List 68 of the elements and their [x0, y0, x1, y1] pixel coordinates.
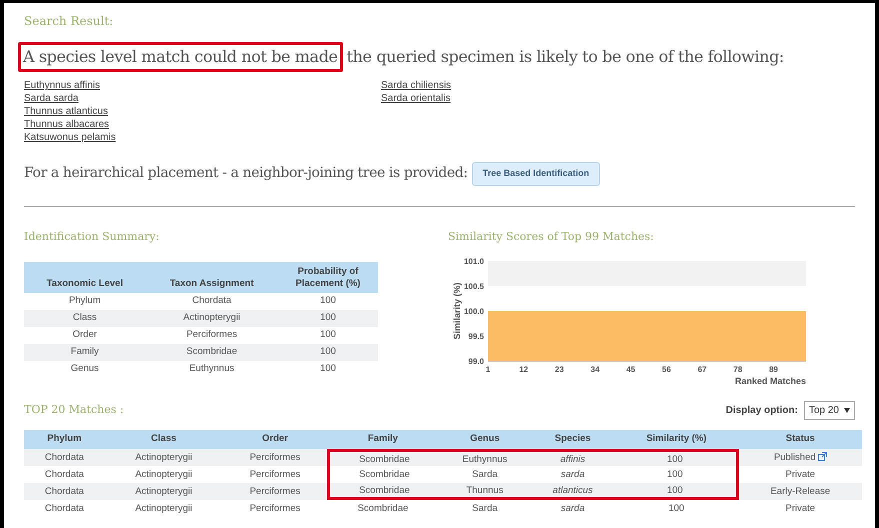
display-option-label: Display option: — [726, 404, 798, 418]
y-tick-label: 101.0 — [464, 257, 484, 266]
table-cell: Actinopterygii — [104, 449, 223, 466]
table-cell: affinis — [531, 449, 614, 466]
message-text: the queried specimen is likely to be one of the following: — [346, 46, 784, 68]
table-cell: Perciformes — [222, 483, 328, 500]
table-cell: Euthynnus — [438, 449, 532, 466]
y-tick-label: 100.0 — [464, 307, 484, 316]
tree-identification-button[interactable]: Tree Based Identification — [472, 162, 600, 186]
x-tick-label: 12 — [519, 365, 528, 374]
table-cell: Actinopterygii — [146, 310, 278, 327]
species-link[interactable]: Thunnus albacares — [24, 118, 110, 131]
x-tick-label: 67 — [698, 365, 707, 374]
table-cell: Class — [24, 310, 146, 327]
table-cell: Chordata — [24, 449, 105, 466]
column-header: Genus — [438, 430, 532, 449]
table-cell: 100 — [278, 344, 378, 361]
column-header: Family — [327, 430, 438, 449]
column-header: Similarity (%) — [614, 430, 739, 449]
x-tick-label: 56 — [662, 365, 671, 374]
species-link[interactable]: Euthynnus affinis — [24, 79, 100, 92]
table-cell: Perciformes — [222, 449, 328, 466]
column-header: Taxonomic Level — [24, 262, 146, 293]
species-link[interactable]: Sarda sarda — [24, 92, 78, 105]
tree-text: For a heirarchical placement - a neighbor-joining tree is provided: — [24, 164, 468, 184]
caret-icon — [844, 408, 850, 413]
x-tick-label: 23 — [554, 365, 564, 374]
table-cell: 100 — [614, 449, 739, 466]
x-tick-label: 34 — [590, 365, 600, 374]
section-title: Identification Summary: — [24, 228, 160, 244]
table-cell: atlanticus — [531, 483, 614, 500]
column-header: Status — [738, 430, 862, 449]
table-cell: Scombridae — [146, 344, 278, 361]
column-header: Probability of Placement (%) — [278, 262, 378, 293]
table-cell: Scombridae — [327, 449, 438, 466]
x-axis-title: Ranked Matches — [734, 376, 806, 386]
table-cell: Thunnus — [438, 483, 532, 500]
x-tick-label: 45 — [626, 365, 636, 374]
table-cell: 100 — [278, 310, 378, 327]
external-link-icon[interactable] — [818, 452, 827, 461]
section-title: Search Result: — [24, 13, 114, 30]
y-tick-label: 99.5 — [468, 332, 484, 341]
column-header: Order — [222, 430, 328, 449]
table-cell: Scombridae — [327, 483, 438, 500]
y-tick-label: 100.5 — [464, 282, 484, 291]
column-header: Taxon Assignment — [146, 262, 278, 293]
table-cell: Published — [738, 449, 862, 466]
table-cell: 100 — [614, 483, 739, 500]
section-title: Similarity Scores of Top 99 Matches: — [448, 228, 655, 244]
species-link[interactable]: Katsuwonus pelamis — [24, 131, 116, 144]
display-option-select[interactable]: Top 20 — [804, 401, 855, 420]
column-header: Class — [104, 430, 223, 449]
table-cell: Chordata — [24, 483, 105, 500]
x-tick-label: 78 — [733, 365, 742, 374]
y-axis-title: Similarity (%) — [452, 282, 462, 340]
column-header: Species — [531, 430, 614, 449]
section-title: TOP 20 Matches : — [24, 402, 124, 418]
species-link[interactable]: Thunnus atlanticus — [24, 105, 108, 118]
x-tick-label: 1 — [486, 365, 490, 374]
table-cell: Early-Release — [738, 483, 862, 500]
column-header: Phylum — [24, 430, 105, 449]
y-tick-label: 99.0 — [468, 357, 484, 366]
table-cell: Actinopterygii — [104, 483, 223, 500]
species-link[interactable]: Sarda chiliensis — [381, 79, 452, 92]
species-link[interactable]: Sarda orientalis — [381, 92, 450, 105]
highlighted-message: A species level match could not be made — [18, 42, 343, 72]
x-tick-label: 89 — [769, 365, 778, 374]
table-cell: Family — [24, 344, 146, 361]
